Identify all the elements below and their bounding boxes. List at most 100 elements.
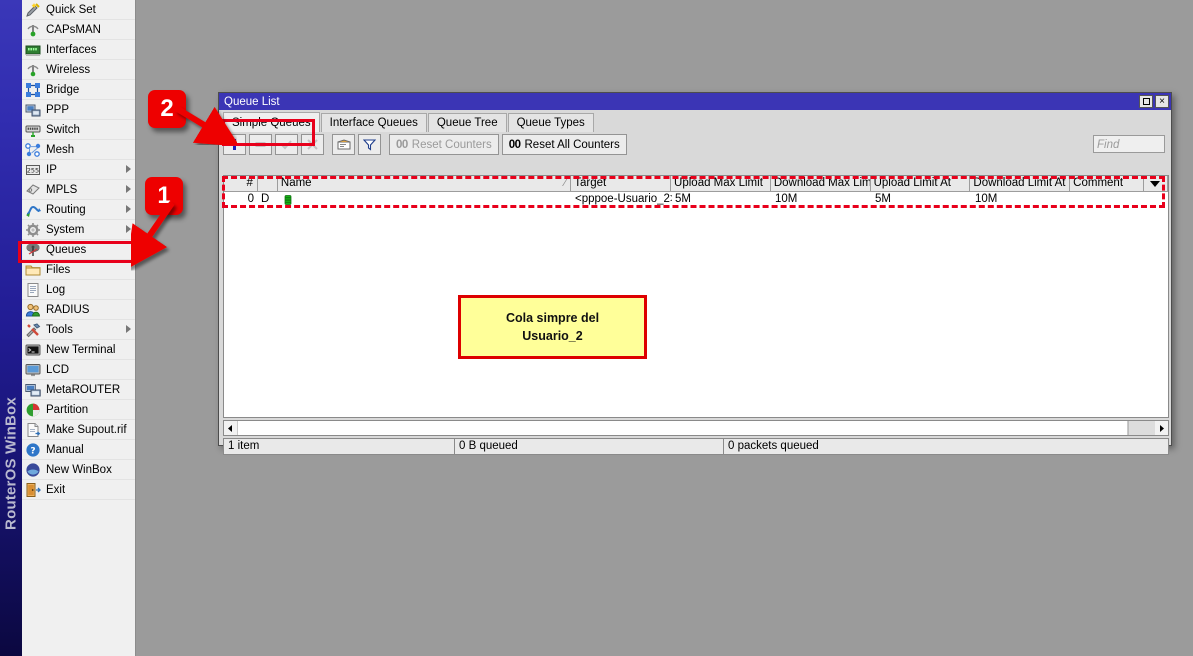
sidebar-item-queues[interactable]: Queues [22,240,135,260]
winbox-brand-label: RouterOS WinBox [3,394,20,534]
column-header-download-limit-at[interactable]: Download Limit At [970,176,1070,191]
window-title-bar[interactable]: Queue List × [219,93,1171,110]
lcd-icon [25,362,41,378]
sidebar-item-lcd[interactable]: LCD [22,360,135,380]
cell-flags: D [258,192,278,207]
find-input[interactable]: Find [1093,135,1165,153]
queue-list-window[interactable]: Queue List × Simple QueuesInterface Queu… [218,92,1172,446]
sidebar-item-wireless[interactable]: Wireless [22,60,135,80]
tab-simple-queues[interactable]: Simple Queues [223,112,320,132]
sidebar-item-exit[interactable]: Exit [22,480,135,500]
cell-index: 0 [224,192,258,207]
sidebar-item-label: Queues [46,244,86,256]
disable-button[interactable] [301,134,324,155]
column-header-target[interactable]: Target [571,176,671,191]
table-row[interactable]: 0D<pppoe-Usuario_2>5M10M5M10M [224,192,1168,207]
sidebar-item-system[interactable]: System [22,220,135,240]
maximize-button[interactable] [1139,95,1153,108]
sidebar-item-log[interactable]: Log [22,280,135,300]
sidebar-item-label: MetaROUTER [46,384,120,396]
column-header-name[interactable]: Name [278,176,571,191]
sidebar-item-interfaces[interactable]: Interfaces [22,40,135,60]
sidebar-item-switch[interactable]: Switch [22,120,135,140]
sidebar-menu[interactable]: Quick SetCAPsMANInterfacesWireless Bridge… [22,0,136,656]
column-header-flags[interactable] [258,176,278,191]
close-button[interactable]: × [1155,95,1169,108]
capsman-icon [25,22,41,38]
reset-counters-button[interactable]: 00 Reset Counters [389,134,499,155]
winbox-icon [25,462,41,478]
winbox-brand-strip: RouterOS WinBox [0,0,22,656]
tab-interface-queues[interactable]: Interface Queues [321,113,427,132]
system-gear-icon [25,222,41,238]
scroll-left-icon[interactable] [224,421,237,435]
status-field-1: 0 B queued [454,438,724,455]
sidebar-item-files[interactable]: Files [22,260,135,280]
reset-counters-prefix: 00 [396,139,408,151]
reset-all-counters-button[interactable]: 00 Reset All Counters [502,134,627,155]
column-header-download-max-limit[interactable]: Download Max Limit [771,176,871,191]
sidebar-item-new-terminal[interactable]: New Terminal [22,340,135,360]
sidebar-item-label: Exit [46,484,65,496]
comment-icon[interactable] [332,134,355,155]
enable-button[interactable] [275,134,298,155]
exit-icon [25,482,41,498]
remove-button[interactable] [249,134,272,155]
queue-toolbar[interactable]: 00 Reset Counters 00 Reset All Counters … [219,132,1171,157]
sidebar-item-ip[interactable]: 255 IP [22,160,135,180]
badge-one: 1 [145,177,183,215]
sidebar-item-manual[interactable]: ?Manual [22,440,135,460]
supout-icon [25,422,41,438]
queues-icon [25,242,41,258]
sidebar-item-label: Files [46,264,70,276]
quickset-icon [25,2,41,18]
column-header-[interactable]: # [224,176,258,191]
queue-tabs[interactable]: Simple QueuesInterface QueuesQueue TreeQ… [219,110,1171,132]
sidebar-item-label: IP [46,164,57,176]
sidebar-item-quick-set[interactable]: Quick Set [22,0,135,20]
reset-all-counters-label: Reset All Counters [525,139,620,151]
bridge-icon [25,82,41,98]
chevron-right-icon [126,205,131,213]
sidebar-item-metarouter[interactable]: MetaROUTER [22,380,135,400]
filter-icon[interactable] [358,134,381,155]
sidebar-item-label: Mesh [46,144,74,156]
sidebar-item-routing[interactable]: Routing [22,200,135,220]
horizontal-scrollbar[interactable] [223,420,1169,436]
add-button[interactable] [223,134,246,155]
chevron-right-icon [126,325,131,333]
chevron-down-icon[interactable] [1144,176,1168,191]
cell-upload-limit-at: 5M [872,192,972,207]
tab-queue-tree[interactable]: Queue Tree [428,113,507,132]
column-header-comment[interactable]: Comment [1070,176,1144,191]
terminal-icon [25,342,41,358]
sidebar-item-label: System [46,224,84,236]
note-line-1: Cola simpre del [506,309,599,327]
sidebar-item-tools[interactable]: Tools [22,320,135,340]
sidebar-item-radius[interactable]: RADIUS [22,300,135,320]
sidebar-item-ppp[interactable]: PPP [22,100,135,120]
sidebar-item-capsman[interactable]: CAPsMAN [22,20,135,40]
svg-text:?: ? [30,446,35,456]
table-body[interactable]: 0D<pppoe-Usuario_2>5M10M5M10M [224,192,1168,207]
sidebar-item-new-winbox[interactable]: New WinBox [22,460,135,480]
svg-text:255: 255 [27,166,39,174]
sidebar-item-make-supout-rif[interactable]: Make Supout.rif [22,420,135,440]
sidebar-item-mesh[interactable]: Mesh [22,140,135,160]
column-header-upload-max-limit[interactable]: Upload Max Limit [671,176,771,191]
scroll-track[interactable] [237,421,1128,435]
sidebar-item-label: Bridge [46,84,79,96]
mpls-icon [25,182,41,198]
column-header-upload-limit-at[interactable]: Upload Limit At [871,176,971,191]
status-field-0: 1 item [223,438,455,455]
sidebar-item-partition[interactable]: Partition [22,400,135,420]
tab-queue-types[interactable]: Queue Types [508,113,594,132]
table-header-row[interactable]: # NameTargetUpload Max LimitDownload Max … [224,176,1168,192]
scroll-right-icon[interactable] [1155,421,1168,435]
window-controls[interactable]: × [1139,95,1169,108]
sidebar-item-bridge[interactable]: Bridge [22,80,135,100]
queues-table[interactable]: # NameTargetUpload Max LimitDownload Max … [223,175,1169,418]
switch-icon [25,122,41,138]
tools-icon [25,322,41,338]
sidebar-item-mpls[interactable]: MPLS [22,180,135,200]
